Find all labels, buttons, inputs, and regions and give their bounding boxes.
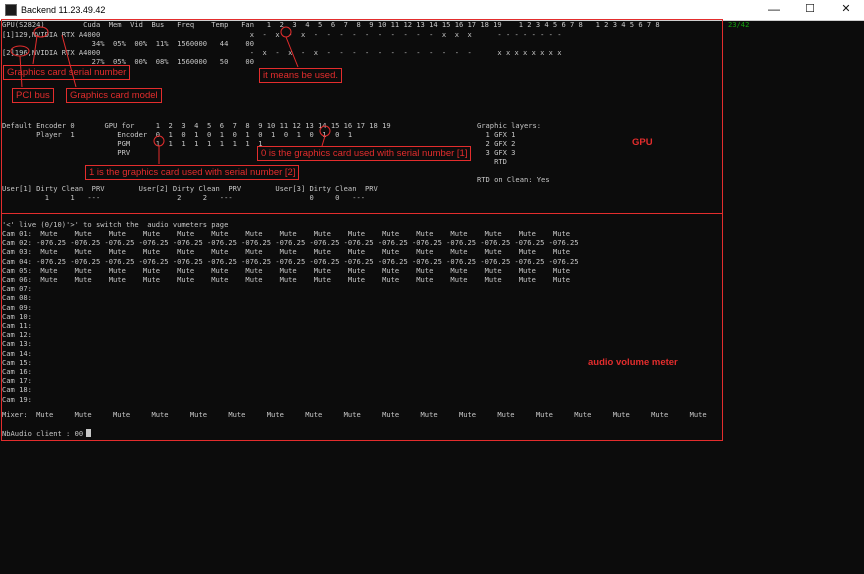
serial-number-callout: Graphics card serial number — [3, 65, 131, 80]
used-callout: it means be used. — [259, 68, 342, 83]
encoder-zero-ring — [319, 125, 331, 137]
serial-highlight-ring — [33, 26, 49, 38]
used-pointer-line — [285, 36, 299, 68]
serial1-callout: 0 is the graphics card used with serial … — [257, 146, 472, 161]
serial-pointer-line — [32, 35, 38, 65]
audio-section-label: audio volume meter — [588, 357, 678, 368]
serial2-callout: 1 is the graphics card used with serial … — [85, 165, 300, 180]
pci-highlight-ring — [10, 45, 30, 57]
pgm-one-ring — [153, 135, 165, 147]
gpu-section-label: GPU — [632, 137, 653, 148]
card-model-callout: Graphics card model — [66, 88, 162, 103]
pci-bus-callout: PCI bus — [12, 88, 54, 103]
used-highlight-ring — [280, 26, 292, 38]
encoder-pointer-line — [321, 135, 326, 147]
annotation-overlay — [10, 26, 331, 164]
